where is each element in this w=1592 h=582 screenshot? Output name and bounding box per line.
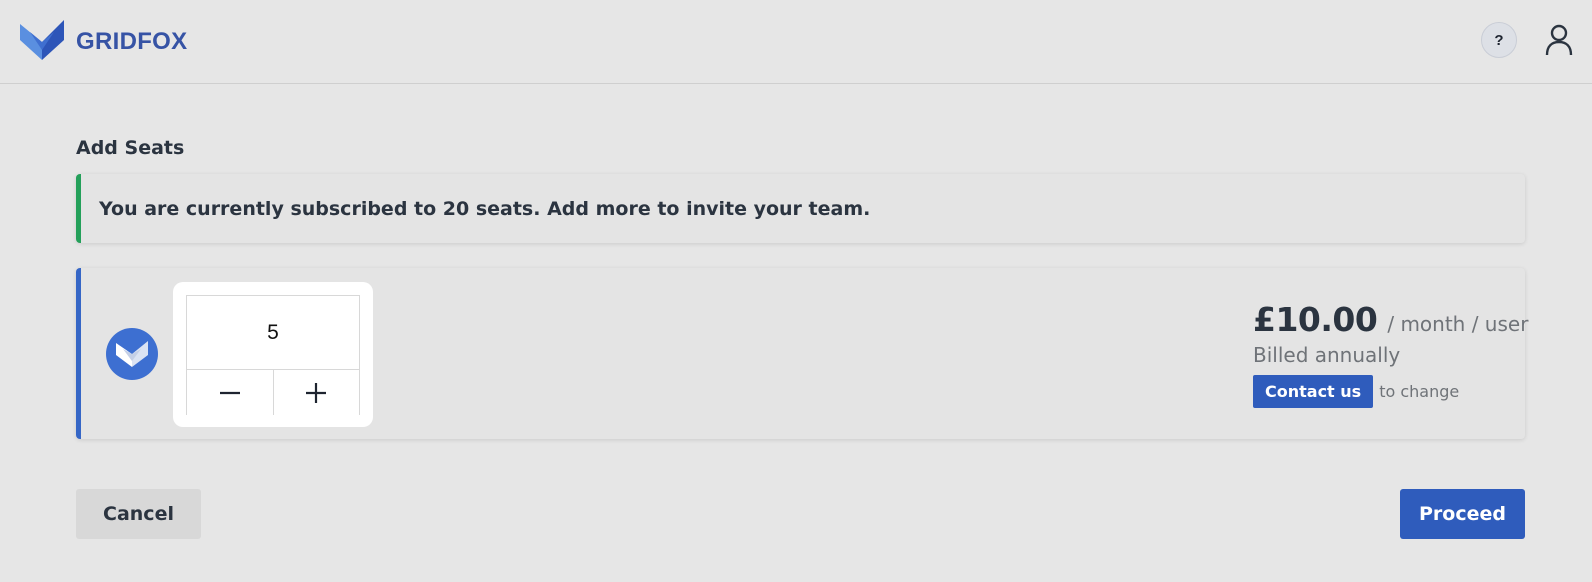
proceed-button[interactable]: Proceed [1400,489,1525,539]
page-title: Add Seats [76,137,185,159]
stepper-controls [187,369,359,415]
info-message: You are currently subscribed to 20 seats… [99,197,871,220]
seat-quantity-stepper [173,282,373,427]
cancel-button[interactable]: Cancel [76,489,201,539]
billing-period: Billed annually [1253,343,1401,367]
fox-badge-icon [106,328,158,380]
plus-icon [306,382,327,403]
contact-row: Contact us to change [1253,375,1523,408]
price-line: £10.00 / month / user [1253,300,1528,339]
seats-card: £10.00 / month / user Billed annually Co… [76,268,1528,439]
price-unit: / month / user [1387,312,1529,336]
contact-suffix-text: to change [1379,382,1460,401]
brand-name[interactable]: GRIDFOX [76,28,187,56]
user-icon[interactable] [1544,24,1574,56]
help-button[interactable]: ? [1481,22,1517,58]
contact-us-button[interactable]: Contact us [1253,375,1374,408]
pricing-info: £10.00 / month / user Billed annually Co… [1253,300,1528,408]
increment-button[interactable] [272,370,359,415]
top-bar: GRIDFOX ? [0,0,1592,84]
price-amount: £10.00 [1253,300,1378,339]
decrement-button[interactable] [187,370,273,415]
minus-icon [219,391,240,394]
seat-quantity-input[interactable] [187,296,359,369]
gridfox-logo-icon[interactable] [20,20,64,60]
stepper-frame [186,295,360,415]
subscription-info-banner: You are currently subscribed to 20 seats… [76,174,1525,243]
